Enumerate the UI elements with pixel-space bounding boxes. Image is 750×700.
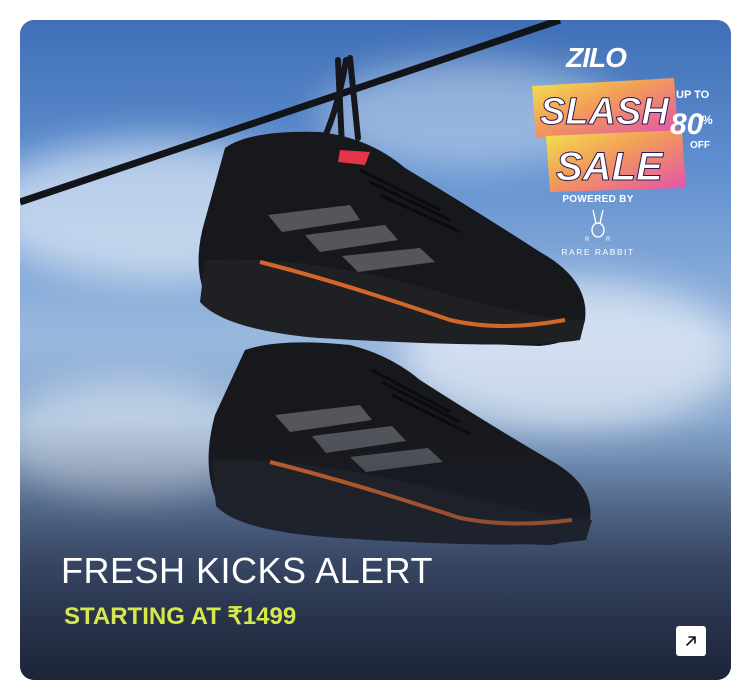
svg-text:R: R <box>606 237 611 243</box>
powered-by-label: POWERED BY <box>562 194 634 205</box>
sale-text: SALE <box>556 145 664 189</box>
partner-name: RARE RABBIT <box>561 247 635 257</box>
discount-suffix: OFF <box>690 140 710 151</box>
slash-text: SLASH <box>540 91 670 133</box>
svg-text:R: R <box>585 237 590 243</box>
rabbit-logo-icon: R R <box>585 209 611 243</box>
promo-headline: FRESH KICKS ALERT <box>61 550 433 591</box>
open-promo-button[interactable] <box>676 626 706 656</box>
discount-value: 80 <box>670 108 704 141</box>
promo-banner-card[interactable]: ZILO SLASH SALE UP TO 80 % OFF POWERED B… <box>20 20 731 680</box>
brand-logo-zilo: ZILO <box>566 42 627 73</box>
arrow-up-right-icon <box>686 636 696 646</box>
discount-prefix: UP TO <box>676 89 710 101</box>
sale-badge: ZILO SLASH SALE UP TO 80 % OFF POWERED B… <box>528 42 714 272</box>
promo-price: STARTING AT ₹1499 <box>64 603 297 630</box>
discount-percent: % <box>702 113 713 127</box>
